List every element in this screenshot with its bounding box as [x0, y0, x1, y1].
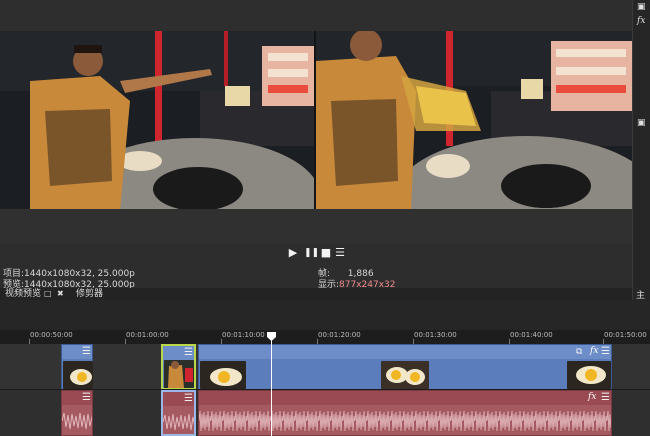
preview-tab-bar: 视频预览 □ ✖ 修剪器 [0, 288, 632, 300]
clip-thumbnail [567, 361, 611, 389]
preview-info: 项目:1440x1080x32, 25.000p 预览:1440x1080x32… [0, 265, 632, 290]
clip-header [199, 391, 611, 405]
ruler-tick-label: 00:01:30:00 [414, 331, 457, 339]
audio-waveform [62, 412, 92, 430]
clip-thumbnail [63, 361, 93, 389]
clip-menu-icon[interactable]: ☰ [82, 393, 92, 403]
ruler-tick-label: 00:01:50:00 [604, 331, 647, 339]
play-button[interactable]: ▶ [287, 247, 299, 259]
right-side-panel: ▣ fx ▣ 主 [632, 0, 650, 301]
clip-menu-icon[interactable]: ☰ [601, 347, 611, 357]
audio-track[interactable]: ☰ ☰ fx ☰ [0, 390, 650, 436]
pause-button[interactable]: ❚❚ [304, 247, 319, 259]
ruler-tick-label: 00:01:20:00 [318, 331, 361, 339]
tab-trimmer[interactable]: 修剪器 [76, 288, 103, 300]
clip-menu-icon[interactable]: ☰ [184, 348, 194, 358]
ruler-tick-label: 00:01:00:00 [126, 331, 169, 339]
ruler-tick-label: 00:01:40:00 [510, 331, 553, 339]
clip-menu-icon[interactable]: ☰ [82, 347, 92, 357]
ruler-tick-label: 00:01:10:00 [222, 331, 265, 339]
clip-menu-icon[interactable]: ☰ [184, 394, 194, 404]
timeline-ruler[interactable]: 00:00:50:00 00:01:00:00 00:01:10:00 00:0… [0, 330, 650, 344]
preview-image-left [0, 31, 314, 209]
playhead-handle-icon[interactable] [267, 332, 276, 341]
preview-menu-button[interactable]: ☰ [334, 247, 346, 259]
clip-header [199, 345, 611, 359]
stop-button[interactable]: ■ [320, 247, 332, 259]
video-clip[interactable]: ☰ fx ⧉ [198, 344, 612, 390]
close-icon[interactable]: ✖ [57, 288, 64, 300]
clip-fx-icon[interactable]: fx [588, 392, 596, 402]
preview-lower-area [0, 209, 632, 244]
audio-waveform [199, 405, 611, 435]
clip-fx-icon[interactable]: fx [590, 346, 598, 356]
preview-frame-right [316, 31, 632, 209]
audio-clip[interactable]: fx ☰ [198, 390, 612, 436]
top-strip [0, 0, 632, 31]
audio-clip-selected[interactable]: ☰ [161, 390, 196, 436]
preview-image-right [316, 31, 632, 209]
clip-menu-icon[interactable]: ☰ [601, 393, 611, 403]
video-track[interactable]: ☰ ☰ ☰ fx ⧉ [0, 344, 650, 390]
playhead-line [271, 338, 272, 436]
video-clip-selected[interactable]: ☰ [161, 344, 196, 390]
clip-thumbnail [200, 361, 246, 389]
clip-thumbnail [164, 360, 194, 388]
ruler-tick-label: 00:00:50:00 [30, 331, 73, 339]
fx-icon[interactable]: fx [637, 16, 645, 26]
audio-waveform [163, 413, 194, 431]
video-preview-area[interactable] [0, 31, 632, 209]
video-clip[interactable]: ☰ [61, 344, 93, 390]
tab-video-preview[interactable]: 视频预览 [5, 288, 41, 300]
panel-dock-icon[interactable]: ▣ [637, 118, 646, 128]
audio-clip[interactable]: ☰ [61, 390, 93, 436]
panel-toggle-icon[interactable]: ▣ [637, 2, 646, 12]
restore-icon[interactable]: □ [44, 288, 52, 300]
clip-crop-icon[interactable]: ⧉ [576, 347, 586, 357]
timeline-header-area [0, 300, 650, 330]
preview-frame-left [0, 31, 314, 209]
clip-thumbnail [381, 361, 429, 389]
